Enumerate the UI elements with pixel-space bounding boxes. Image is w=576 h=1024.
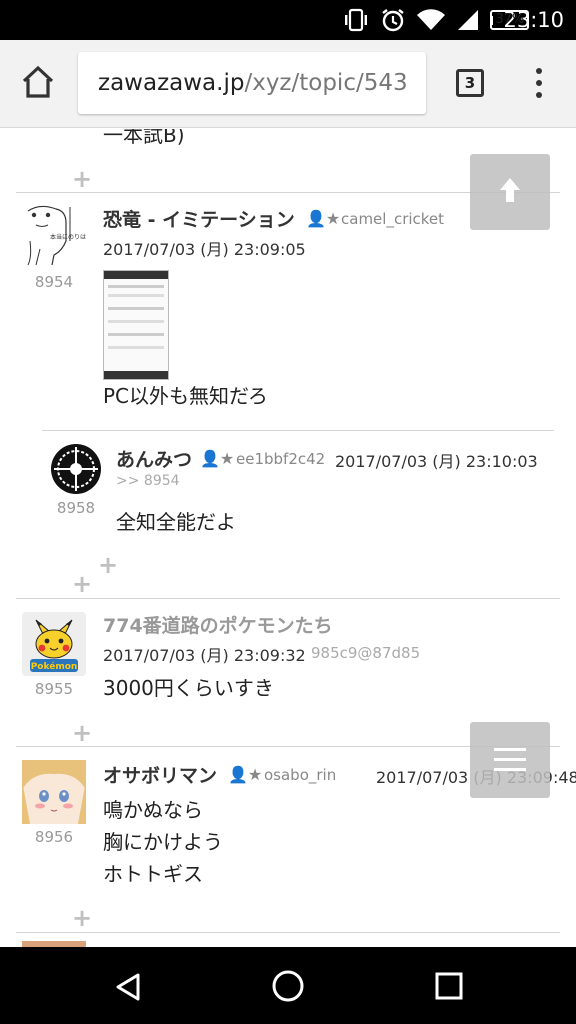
signal-icon: [458, 10, 479, 30]
vibrate-icon: [345, 8, 368, 32]
reply-plus-button[interactable]: +: [72, 572, 92, 596]
post-number[interactable]: 8954: [22, 273, 86, 291]
post-body: 3000円くらいすき: [103, 676, 274, 700]
post-body: 一本試B): [103, 129, 185, 147]
post-date: 2017/07/03 (月) 23:10:03: [335, 452, 538, 471]
alarm-icon: [382, 9, 405, 32]
user-registered-star-icon: 👤★: [228, 765, 263, 784]
mandala-pattern-icon: [51, 444, 101, 494]
author-name[interactable]: あんみつ: [116, 445, 192, 472]
post-body: PC以外も無知だろ: [103, 384, 268, 408]
reply-plus-button[interactable]: +: [72, 167, 92, 191]
avatar[interactable]: [22, 760, 86, 824]
home-icon[interactable]: [20, 64, 56, 100]
avatar[interactable]: [50, 443, 102, 495]
post-divider: [42, 430, 554, 431]
overflow-menu-icon[interactable]: [529, 68, 549, 100]
thread-content[interactable]: 一本試B) + 本当にのりはかわいい 8954 恐竜 - イミテーション 👤★ …: [0, 129, 576, 947]
hamburger-menu-icon: [494, 748, 526, 771]
scroll-to-top-button[interactable]: [470, 154, 550, 230]
reply-plus-button[interactable]: +: [72, 721, 92, 745]
anime-girl-avatar-icon: [22, 760, 86, 824]
user-id[interactable]: ee1bbf2c42: [236, 450, 325, 468]
wifi-icon: [417, 9, 446, 31]
home-nav-icon[interactable]: [271, 969, 305, 1003]
post-divider: [16, 598, 560, 599]
reply-plus-button[interactable]: +: [98, 553, 118, 577]
post-body: 全知全能だよ: [116, 510, 236, 534]
browser-toolbar: zawazawa.jp/xyz/topic/543 3: [0, 40, 576, 128]
post-number[interactable]: 8955: [22, 680, 86, 698]
user-id[interactable]: osabo_rin: [264, 766, 336, 784]
user-registered-star-icon: 👤★: [200, 449, 235, 468]
battery-indicator: 37%: [490, 10, 530, 30]
author-name[interactable]: 恐竜 - イミテーション: [103, 205, 295, 232]
reply-anchor-link[interactable]: >> 8954: [116, 473, 180, 489]
author-name[interactable]: オサボリマン: [103, 761, 217, 788]
user-registered-star-icon: 👤★: [306, 209, 341, 228]
battery-percent: 37%: [490, 10, 530, 30]
attached-screenshot-thumbnail[interactable]: [103, 270, 169, 380]
avatar-caption: 本当にのりはかわいい: [50, 233, 86, 241]
avatar[interactable]: 本当にのりはかわいい: [22, 201, 86, 265]
status-icons: 37% 23:10: [342, 0, 564, 40]
user-id[interactable]: camel_cricket: [341, 210, 444, 228]
url-path: /xyz/topic/543: [244, 70, 408, 96]
avatar[interactable]: Pokémon: [22, 612, 86, 676]
tab-switcher-button[interactable]: 3: [456, 69, 484, 97]
reply-plus-button[interactable]: +: [72, 906, 92, 930]
post-date: 2017/07/03 (月) 23:09:05: [103, 240, 306, 259]
post-number[interactable]: 8958: [44, 499, 108, 517]
post-divider: [16, 932, 560, 933]
system-navigation-bar: [0, 947, 576, 1024]
recents-icon[interactable]: [434, 971, 464, 1001]
pikachu-icon: Pokémon: [22, 612, 86, 676]
author-name: 774番道路のポケモンたち: [103, 615, 333, 637]
arrow-up-icon: [500, 178, 520, 202]
post-body: 鳴かぬなら 胸にかけよう ホトトギス: [103, 798, 223, 886]
thread-menu-button[interactable]: [470, 722, 550, 798]
url-host: zawazawa.jp: [98, 70, 245, 96]
pokemon-logo-text: Pokémon: [31, 661, 78, 672]
post-number[interactable]: 8956: [22, 828, 86, 846]
dinosaur-sketch-icon: 本当にのりはかわいい: [22, 201, 86, 265]
back-icon[interactable]: [112, 971, 144, 1003]
url-bar[interactable]: zawazawa.jp/xyz/topic/543: [78, 52, 426, 114]
user-id[interactable]: 985c9@87d85: [311, 644, 420, 662]
status-bar: 37% 23:10: [0, 0, 576, 40]
post-date: 2017/07/03 (月) 23:09:32: [103, 646, 306, 665]
